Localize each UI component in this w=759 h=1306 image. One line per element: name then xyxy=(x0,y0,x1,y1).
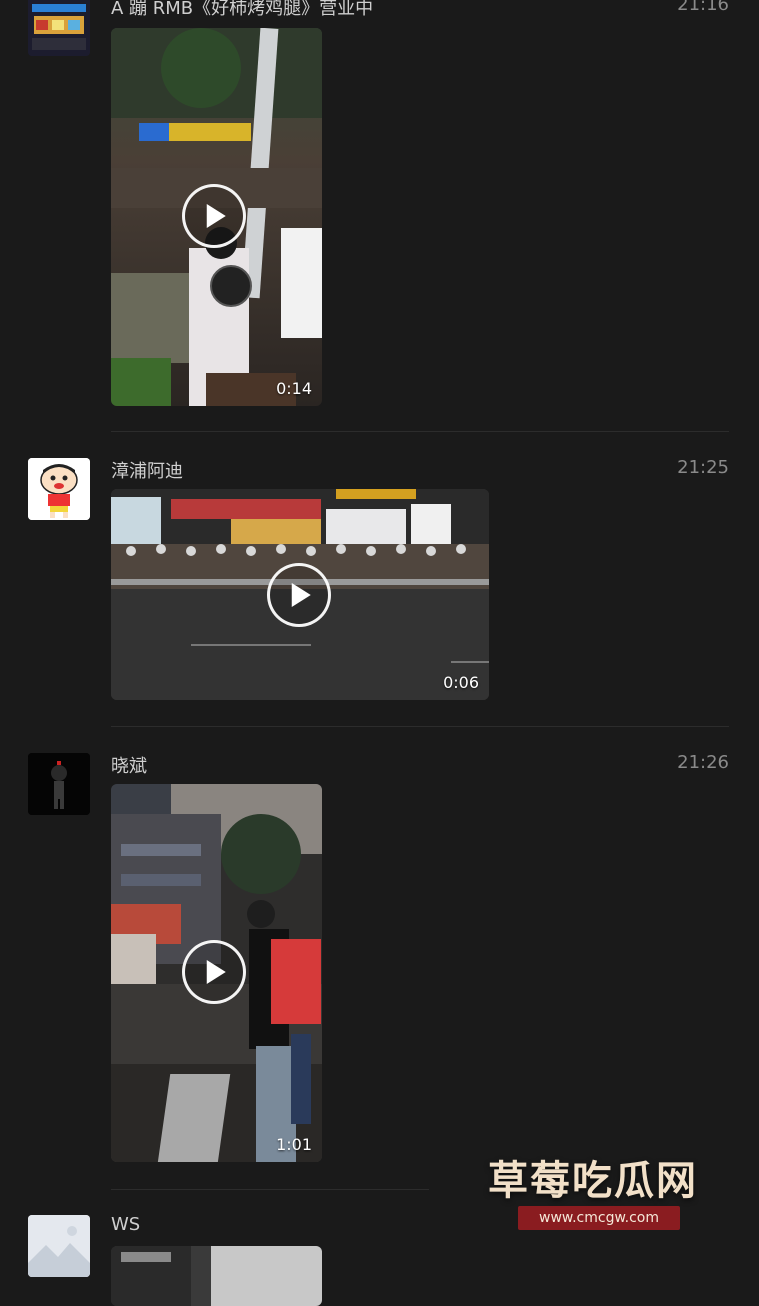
post-item: 漳浦阿迪 21:25 0:06 xyxy=(0,455,759,725)
divider xyxy=(111,1189,429,1190)
video-duration: 0:14 xyxy=(276,379,312,398)
watermark: 草莓吃瓜网 www.cmcgw.com xyxy=(460,1140,740,1240)
play-icon[interactable] xyxy=(182,940,246,1004)
play-icon[interactable] xyxy=(267,563,331,627)
video-thumbnail[interactable] xyxy=(111,1246,322,1306)
figure-dark-avatar[interactable] xyxy=(28,753,90,815)
timestamp: 21:16 xyxy=(677,0,729,15)
sender-name: A 蹦 RMB《好柿烤鸡腿》营业中 xyxy=(111,0,374,19)
timestamp: 21:25 xyxy=(677,457,729,478)
storefront-avatar[interactable] xyxy=(28,0,90,56)
cartoon-boy-avatar[interactable] xyxy=(28,458,90,520)
watermark-url: www.cmcgw.com xyxy=(518,1206,680,1230)
timestamp: 21:26 xyxy=(677,752,729,773)
sender-name: 漳浦阿迪 xyxy=(111,461,183,482)
sender-name: WS xyxy=(111,1214,141,1235)
post-item: 晓斌 21:26 1:01 xyxy=(0,750,759,1185)
video-thumbnail[interactable]: 0:14 xyxy=(111,28,322,406)
video-thumbnail[interactable]: 0:06 xyxy=(111,489,489,700)
video-thumbnail[interactable]: 1:01 xyxy=(111,784,322,1162)
video-duration: 0:06 xyxy=(443,673,479,692)
landscape-placeholder-avatar[interactable] xyxy=(28,1215,90,1277)
divider xyxy=(111,431,729,432)
chat-feed: A 蹦 RMB《好柿烤鸡腿》营业中 21:16 0:14 漳浦阿迪 21:25 … xyxy=(0,0,759,1306)
watermark-title: 草莓吃瓜网 xyxy=(488,1158,698,1204)
video-duration: 1:01 xyxy=(276,1135,312,1154)
post-item: A 蹦 RMB《好柿烤鸡腿》营业中 21:16 0:14 xyxy=(0,0,759,430)
sender-name: 晓斌 xyxy=(111,756,147,777)
divider xyxy=(111,726,729,727)
play-icon[interactable] xyxy=(182,184,246,248)
